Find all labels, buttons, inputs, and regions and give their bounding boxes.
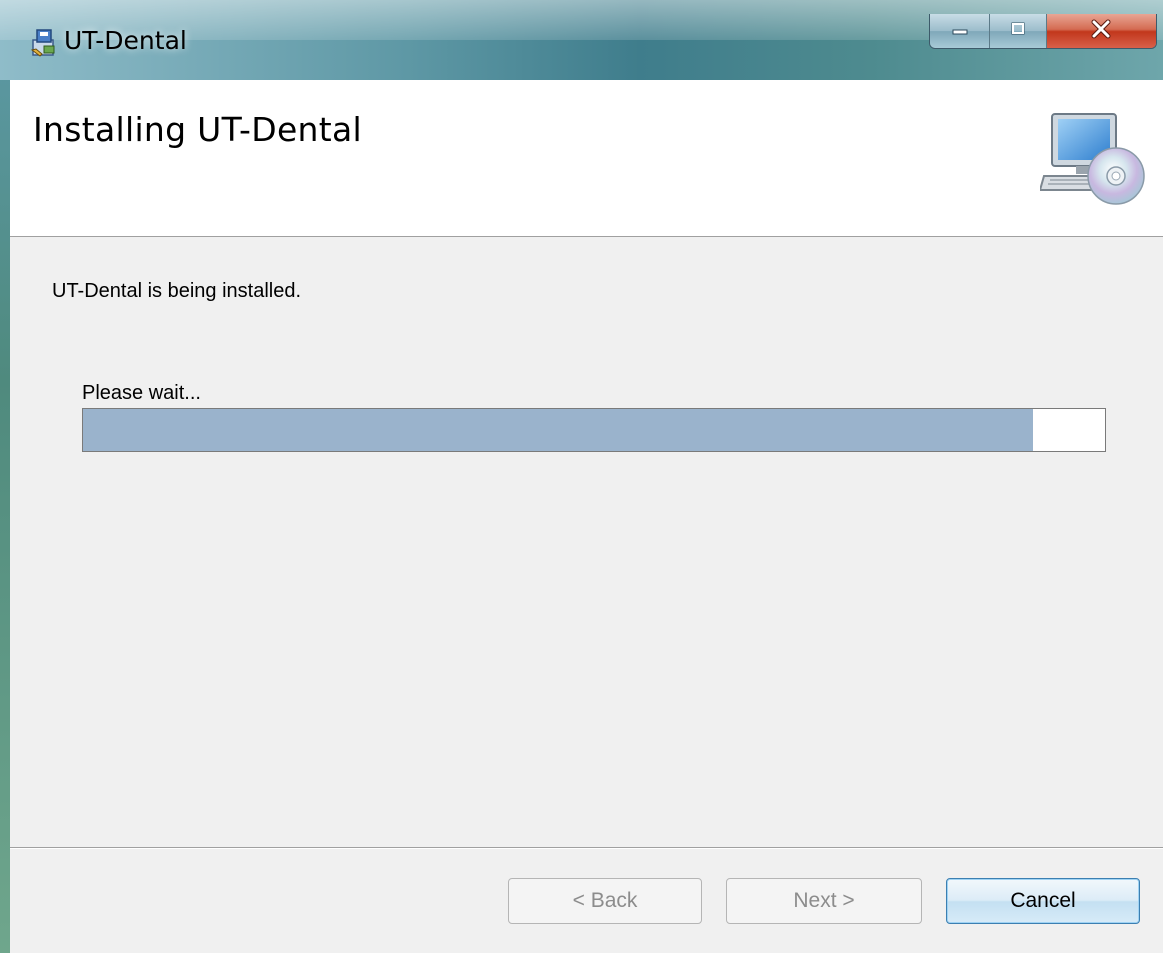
maximize-icon <box>1008 21 1028 42</box>
title-bar[interactable]: UT-Dental <box>0 0 1163 80</box>
minimize-button[interactable] <box>930 14 991 48</box>
header-panel: Installing UT-Dental <box>10 80 1163 237</box>
next-button[interactable]: Next > <box>726 878 922 924</box>
window-title: UT-Dental <box>64 26 187 55</box>
installer-icon[interactable] <box>30 28 58 58</box>
caption-buttons <box>929 14 1157 49</box>
page-title: Installing UT-Dental <box>33 110 363 149</box>
cancel-button[interactable]: Cancel <box>946 878 1140 924</box>
maximize-button[interactable] <box>990 14 1047 48</box>
back-button[interactable]: < Back <box>508 878 702 924</box>
progress-bar <box>82 408 1106 452</box>
computer-disc-setup-icon <box>1038 110 1145 210</box>
progress-label: Please wait... <box>82 382 201 404</box>
close-icon <box>1089 19 1113 44</box>
dialog-client-area: Installing UT-Dental UT-Dental is being … <box>10 80 1163 953</box>
installer-window: UT-Dental Installing UT-Dental UT-Dental… <box>0 0 1163 953</box>
status-message: UT-Dental is being installed. <box>52 280 302 302</box>
footer-separator <box>10 847 1163 849</box>
minimize-icon <box>950 22 970 41</box>
close-button[interactable] <box>1046 14 1156 48</box>
progress-bar-fill <box>83 409 1034 451</box>
